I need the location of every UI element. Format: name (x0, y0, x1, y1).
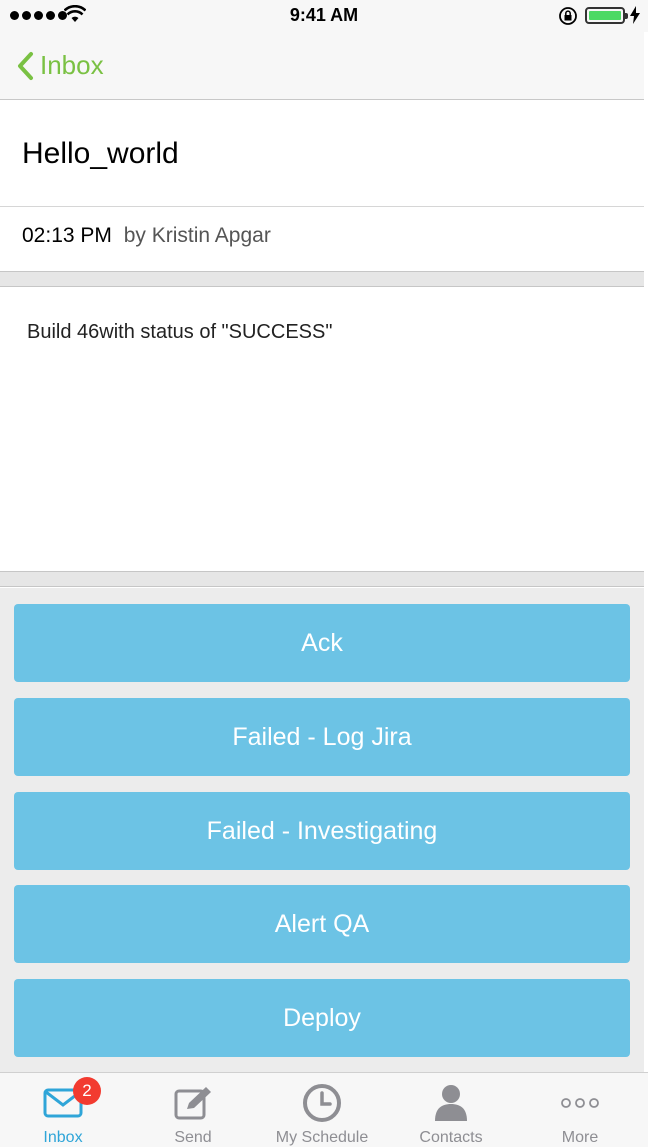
rotation-lock-icon (559, 7, 577, 25)
tab-send[interactable]: Send (130, 1073, 256, 1147)
battery-icon (585, 7, 628, 24)
status-bar: 9:41 AM (0, 0, 648, 32)
tab-more[interactable]: More (516, 1073, 644, 1147)
compose-icon (173, 1083, 213, 1123)
message-body: Build 46with status of "SUCCESS" (0, 288, 648, 571)
person-icon (433, 1083, 469, 1123)
failed-log-jira-button[interactable]: Failed - Log Jira (14, 698, 630, 776)
back-button[interactable]: Inbox (16, 50, 104, 81)
message-time: 02:13 PM (22, 224, 112, 247)
navigation-bar: Inbox (0, 32, 648, 100)
tab-more-label: More (561, 1129, 599, 1146)
chevron-left-icon (18, 51, 33, 80)
more-dots-icon (560, 1083, 600, 1123)
divider (0, 206, 644, 207)
message-header: Hello_world 02:13 PM by Kristin Apgar (0, 101, 648, 271)
tab-inbox[interactable]: 2 Inbox (0, 1073, 126, 1147)
tab-my-schedule[interactable]: My Schedule (252, 1073, 392, 1147)
tab-contacts[interactable]: Contacts (388, 1073, 514, 1147)
scroll-edge (644, 32, 648, 1072)
tab-send-label: Send (174, 1129, 212, 1146)
deploy-button[interactable]: Deploy (14, 979, 630, 1057)
ack-button[interactable]: Ack (14, 604, 630, 682)
tab-my-schedule-label: My Schedule (275, 1129, 369, 1146)
failed-investigating-button[interactable]: Failed - Investigating (14, 792, 630, 870)
tab-contacts-label: Contacts (419, 1129, 483, 1146)
section-separator (0, 571, 648, 587)
clock-icon (302, 1083, 342, 1123)
tab-inbox-label: Inbox (43, 1129, 83, 1146)
back-button-label: Inbox (40, 50, 104, 80)
charging-bolt-icon (630, 6, 640, 24)
envelope-icon: 2 (43, 1077, 101, 1123)
message-body-text: Build 46with status of "SUCCESS" (27, 321, 333, 343)
response-actions: Ack Failed - Log Jira Failed - Investiga… (0, 588, 648, 1072)
section-separator (0, 271, 648, 287)
tab-bar: 2 Inbox Send My Schedule Contacts More (0, 1072, 648, 1147)
message-meta: 02:13 PM by Kristin Apgar (22, 224, 271, 248)
message-author: by Kristin Apgar (123, 224, 271, 247)
alert-qa-button[interactable]: Alert QA (14, 885, 630, 963)
status-time: 9:41 AM (289, 5, 359, 25)
unread-badge: 2 (73, 1077, 101, 1105)
message-title: Hello_world (22, 137, 179, 170)
